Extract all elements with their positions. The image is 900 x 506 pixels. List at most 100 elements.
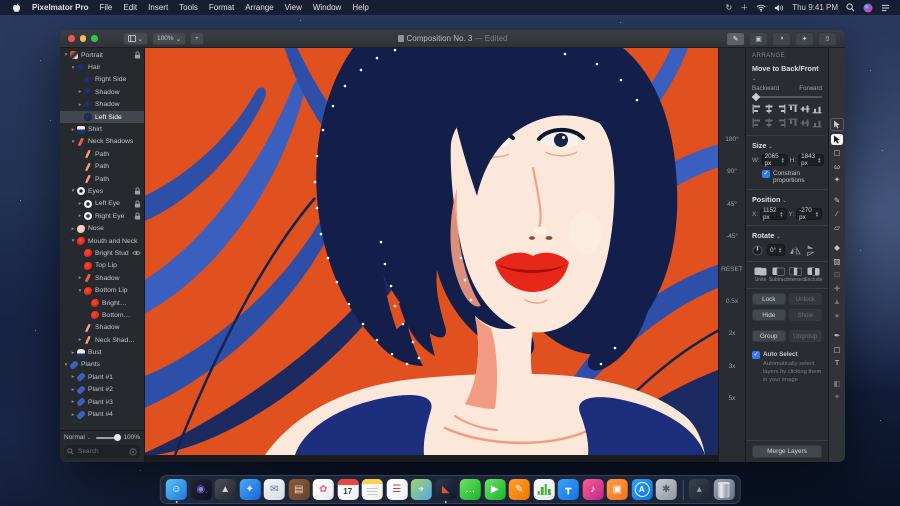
notification-center-icon[interactable] (881, 4, 890, 12)
disclosure-closed-icon[interactable]: ▸ (70, 127, 76, 133)
menu-help[interactable]: Help (352, 3, 368, 12)
disclosure-open-icon[interactable]: ▾ (70, 238, 76, 244)
align-top-icon[interactable] (788, 104, 798, 116)
layer-row-neck-shad-[interactable]: ▸Neck Shad… (60, 334, 144, 346)
dock-icon-maps[interactable]: ⌖ (411, 479, 432, 500)
quick-control-0.5x[interactable]: 0.5x (719, 298, 745, 330)
layer-row-neck-shadows[interactable]: ▾Neck Shadows (60, 136, 144, 148)
layer-row-nose[interactable]: ▸Nose (60, 222, 144, 234)
disclosure-closed-icon[interactable]: ▸ (77, 337, 83, 343)
opacity-slider[interactable] (96, 437, 119, 439)
quick-control--45-[interactable]: -45° (719, 233, 745, 265)
distribute-bottom-icon[interactable] (812, 118, 822, 130)
layer-row-top-lip[interactable]: Top Lip (60, 260, 144, 272)
wifi-icon[interactable] (756, 4, 766, 12)
layer-row-left-eye[interactable]: ▸Left Eye (60, 198, 144, 210)
dock-icon-mail[interactable]: ✉ (264, 479, 285, 500)
dock-icon-keynote[interactable]: ┳ (558, 479, 579, 500)
minimize-button[interactable] (80, 35, 87, 42)
dock-icon-finder[interactable]: ☺ (166, 479, 187, 500)
layer-row-plant-2[interactable]: ▸Plant #2 (60, 384, 144, 396)
show-button[interactable]: Show (789, 309, 823, 321)
flip-horizontal-icon[interactable] (789, 246, 801, 255)
move-section-title[interactable]: Move to Back/Front ⌄ (752, 64, 822, 82)
menu-tools[interactable]: Tools (179, 3, 198, 12)
dock-icon-trash[interactable] (713, 479, 734, 500)
disclosure-closed-icon[interactable]: ▸ (70, 412, 76, 418)
freeform-select-tool[interactable]: ω (831, 161, 843, 172)
layer-row-shirt[interactable]: ▸Shirt (60, 123, 144, 135)
stepper-icon[interactable]: ▲▼ (778, 247, 782, 253)
lock-icon[interactable] (134, 212, 144, 220)
rotate-field[interactable]: 0°▲▼ (767, 244, 785, 256)
add-button[interactable]: + (190, 32, 204, 45)
layer-row-hair[interactable]: ▾Hair (60, 61, 144, 73)
layer-row-plant-4[interactable]: ▸Plant #4 (60, 408, 144, 420)
menu-view[interactable]: View (285, 3, 302, 12)
quick-select-tool[interactable]: ✦ (831, 174, 843, 185)
pencil-tool[interactable]: ∕ (831, 208, 843, 219)
merge-layers-button[interactable]: Merge Layers (752, 445, 822, 458)
menu-insert[interactable]: Insert (148, 3, 168, 12)
eraser-tool[interactable]: ▱ (831, 222, 843, 233)
menu-edit[interactable]: Edit (123, 3, 137, 12)
stepper-icon[interactable]: ▲▼ (817, 157, 821, 163)
disclosure-open-icon[interactable]: ▾ (77, 288, 83, 294)
dock-icon-calendar[interactable]: 17 (337, 479, 358, 500)
quick-control-90-[interactable]: 90° (719, 168, 745, 200)
gradient-tool[interactable]: ▧ (831, 256, 843, 267)
canvas[interactable] (145, 48, 718, 462)
layer-row-shadow[interactable]: ▸Shadow (60, 86, 144, 98)
disclosure-closed-icon[interactable]: ▸ (77, 201, 83, 207)
layer-row-plants[interactable]: ▾Plants (60, 359, 144, 371)
dock-icon-app-store[interactable]: A (631, 479, 652, 500)
layer-row-eyes[interactable]: ▾Eyes (60, 185, 144, 197)
y-field[interactable]: -270 px▲▼ (796, 208, 822, 220)
layer-row-shadow[interactable]: Shadow (60, 322, 144, 334)
filter-icon[interactable] (129, 448, 137, 456)
dock-icon-safari[interactable]: ✦ (239, 479, 260, 500)
stepper-icon[interactable]: ▲▼ (779, 211, 783, 217)
disclosure-closed-icon[interactable]: ▸ (70, 350, 76, 356)
group-button[interactable]: Group (752, 330, 786, 342)
distribute-center-icon[interactable] (764, 118, 774, 130)
repair-tool[interactable]: ✚ (831, 283, 843, 294)
quick-control-3x[interactable]: 3x (719, 363, 745, 395)
effects-tool-button[interactable]: ✦ (795, 32, 814, 46)
lock-icon[interactable] (134, 51, 144, 59)
subtract-button[interactable]: Subtract (770, 267, 787, 283)
layer-row-path[interactable]: Path (60, 161, 144, 173)
effects-tool[interactable]: ✦ (831, 391, 843, 402)
quick-control-reset[interactable]: RESET (719, 266, 745, 298)
volume-icon[interactable] (774, 4, 784, 12)
menu-file[interactable]: File (99, 3, 112, 12)
search-input[interactable] (76, 447, 127, 456)
layer-row-plant-1[interactable]: ▸Plant #1 (60, 371, 144, 383)
distribute-middle-icon[interactable] (800, 118, 810, 130)
visibility-icon[interactable] (132, 250, 144, 256)
fill-tool[interactable]: ◆ (831, 242, 843, 253)
layer-row-bust[interactable]: ▸Bust (60, 346, 144, 358)
siri-icon[interactable] (863, 3, 873, 13)
unlock-button[interactable]: Unlock (789, 293, 823, 305)
menu-arrange[interactable]: Arrange (245, 3, 273, 12)
lock-icon[interactable] (134, 200, 144, 208)
menu-format[interactable]: Format (209, 3, 234, 12)
export-tool-button[interactable]: ⇧ (818, 32, 837, 46)
dock-icon-books[interactable]: ▣ (607, 479, 628, 500)
disclosure-closed-icon[interactable]: ▸ (70, 226, 76, 232)
layer-row-shadow[interactable]: ▸Shadow (60, 99, 144, 111)
lock-icon[interactable] (134, 187, 144, 195)
dock-icon-pages[interactable]: ✎ (509, 479, 530, 500)
layer-row-path[interactable]: Path (60, 173, 144, 185)
color-swatch-tool[interactable]: ◧ (831, 378, 843, 389)
dock-icon-pictures-stack[interactable]: ▴ (689, 479, 710, 500)
disclosure-open-icon[interactable]: ▾ (70, 65, 76, 71)
dock-icon-pixelmator-pro[interactable]: ◣ (435, 479, 456, 500)
intersect-button[interactable]: Intersect (787, 267, 804, 283)
rotate-dial[interactable] (752, 245, 763, 256)
dock-icon-contacts[interactable]: ▤ (288, 479, 309, 500)
distribute-right-icon[interactable] (776, 118, 786, 130)
zoom-level-button[interactable]: 100% ⌄ (152, 32, 186, 45)
flip-vertical-icon[interactable] (807, 244, 816, 256)
